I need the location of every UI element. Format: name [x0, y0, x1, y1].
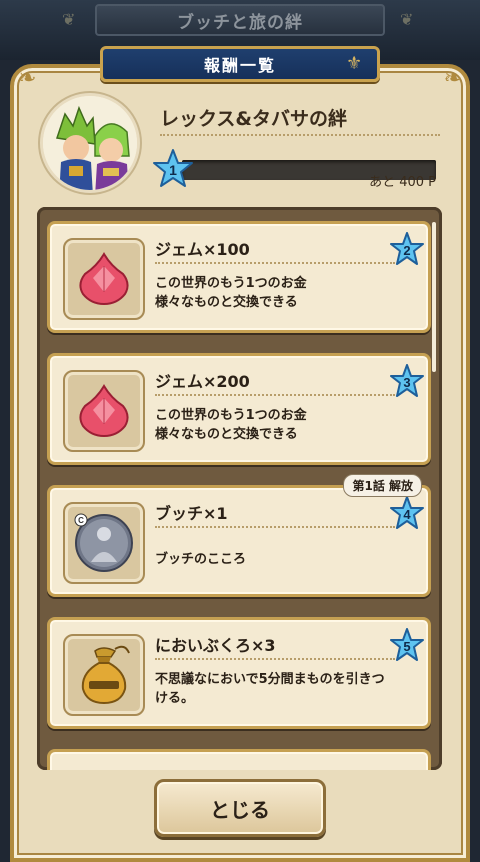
reward-title: ブッチ×1	[155, 504, 228, 523]
scent-bag-icon	[81, 645, 130, 705]
list-item[interactable]: C ブッチ×1 ブッチのこころ 4 第1話 解放	[47, 474, 431, 597]
divider	[155, 526, 395, 528]
gem-icon	[79, 252, 129, 306]
unlock-badge: 第1話 解放	[343, 474, 422, 497]
reward-title: ジェム×100	[155, 240, 250, 259]
panel-title: 報酬一覧	[100, 46, 380, 82]
divider	[155, 394, 395, 396]
list-item[interactable]	[47, 749, 431, 770]
ornament-icon: ❦	[400, 10, 414, 29]
item-icon-frame	[63, 370, 145, 452]
level-star-icon: 1	[153, 149, 193, 187]
close-button[interactable]: とじる	[154, 779, 326, 837]
divider	[155, 262, 395, 264]
character-portrait	[40, 93, 140, 193]
svg-text:4: 4	[403, 507, 411, 522]
heart-orb-icon: C	[74, 513, 133, 572]
corner-ornament-icon: ❧	[443, 66, 462, 91]
name-divider	[160, 134, 440, 136]
svg-text:C: C	[78, 516, 84, 525]
list-item[interactable]: においぶくろ×3 不思議なにおいで5分間まものを引きつ ける。 5	[47, 617, 431, 729]
reward-description: この世界のもう1つのお金 様々なものと交換できる	[155, 276, 307, 310]
fleur-icon: ⚜	[346, 53, 363, 74]
list-item[interactable]: ジェム×100 この世界のもう1つのお金 様々なものと交換できる 2	[47, 221, 431, 333]
reward-description: この世界のもう1つのお金 様々なものと交換できる	[155, 408, 307, 442]
svg-text:5: 5	[403, 639, 410, 654]
item-icon-frame	[63, 634, 145, 716]
item-icon-frame: C	[63, 502, 145, 584]
star-rank-icon: 2	[390, 232, 424, 265]
scrollbar[interactable]	[432, 222, 436, 372]
star-rank-icon: 5	[390, 628, 424, 661]
star-rank-icon: 4	[390, 496, 424, 529]
gem-icon	[79, 384, 129, 438]
svg-text:2: 2	[403, 243, 410, 258]
level-number: 1	[169, 162, 177, 178]
background-title: ブッチと旅の絆	[95, 4, 385, 36]
bond-name: レックス&タバサの絆	[160, 108, 347, 130]
reward-title: においぶくろ×3	[155, 636, 276, 655]
star-rank-icon: 3	[390, 364, 424, 397]
item-icon-frame	[63, 238, 145, 320]
divider	[155, 658, 395, 660]
list-item[interactable]: ジェム×200 この世界のもう1つのお金 様々なものと交換できる 3	[47, 353, 431, 465]
reward-description: ブッチのこころ	[155, 552, 247, 567]
reward-description: 不思議なにおいで5分間まものを引きつ ける。	[155, 672, 385, 706]
reward-list[interactable]: ジェム×100 この世界のもう1つのお金 様々なものと交換できる 2 ジェム×2…	[37, 207, 442, 770]
reward-title: ジェム×200	[155, 372, 250, 391]
remaining-points: あと 400 P	[369, 175, 436, 190]
svg-text:3: 3	[403, 375, 410, 390]
ornament-icon: ❦	[62, 10, 76, 29]
corner-ornament-icon: ❧	[18, 66, 37, 91]
